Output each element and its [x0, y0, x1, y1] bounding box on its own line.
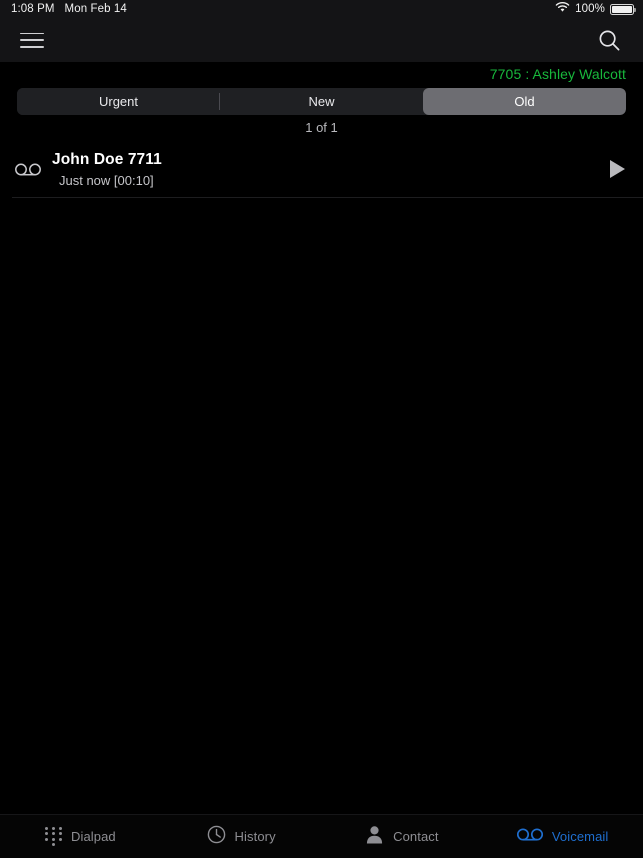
- battery-fill: [612, 5, 632, 13]
- hamburger-menu-icon[interactable]: [12, 20, 52, 60]
- pagination-counter-label: 1 of 1: [305, 120, 338, 135]
- tab-dialpad-label: Dialpad: [70, 829, 116, 844]
- segment-urgent[interactable]: Urgent: [17, 88, 220, 115]
- search-icon[interactable]: [589, 20, 629, 60]
- app-screen: 1:08 PM Mon Feb 14 100% 7705: Ashley Wa…: [0, 0, 643, 858]
- bottom-tab-bar: Dialpad History Contact Voicemail: [0, 814, 643, 858]
- nav-bar: [0, 18, 643, 62]
- tab-history-label: History: [234, 829, 276, 844]
- segment-urgent-label: Urgent: [98, 94, 139, 109]
- segment-old-label: Old: [514, 94, 535, 109]
- tab-history[interactable]: History: [161, 825, 322, 849]
- tab-voicemail-label: Voicemail: [551, 829, 609, 844]
- segmented-control[interactable]: Urgent New Old: [17, 88, 626, 115]
- status-bar: 1:08 PM Mon Feb 14 100%: [0, 0, 643, 18]
- battery-icon: [610, 3, 636, 15]
- segment-old[interactable]: Old: [423, 88, 626, 115]
- voicemail-icon: [516, 827, 543, 846]
- voicemail-icon: [10, 163, 46, 176]
- account-label: 7705 : Ashley Walcott: [489, 65, 626, 82]
- clock-icon: [207, 825, 226, 849]
- voicemail-list-item[interactable]: John Doe 7711 Just now [00:10]: [0, 140, 643, 198]
- tab-contact-label: Contact: [393, 829, 439, 844]
- play-icon[interactable]: [595, 158, 627, 180]
- battery-percent-label: 100%: [575, 3, 605, 15]
- pagination-counter: 1 of 1: [0, 115, 643, 140]
- tab-dialpad[interactable]: Dialpad: [0, 827, 161, 846]
- voicemail-list: John Doe 7711 Just now [00:10]: [0, 140, 643, 198]
- status-bar-right: 100%: [555, 2, 636, 16]
- segmented-control-wrapper: Urgent New Old: [0, 85, 643, 115]
- segment-new[interactable]: New: [220, 88, 423, 115]
- person-icon: [365, 825, 384, 849]
- status-time: 1:08 PM: [11, 3, 55, 15]
- status-bar-left: 1:08 PM Mon Feb 14: [11, 3, 127, 15]
- dialpad-icon: [44, 827, 62, 846]
- wifi-icon: [555, 2, 570, 16]
- account-row: 7705 : Ashley Walcott: [0, 62, 643, 85]
- hamburger-lines: [20, 32, 44, 48]
- voicemail-caller-name: John Doe 7711: [52, 150, 162, 168]
- voicemail-timestamp-duration: Just now [00:10]: [59, 172, 154, 188]
- voicemail-item-text: John Doe 7711 Just now [00:10]: [46, 151, 595, 188]
- segment-new-label: New: [308, 94, 335, 109]
- content-empty-area: [0, 198, 643, 814]
- status-date: Mon Feb 14: [64, 3, 127, 15]
- tab-voicemail[interactable]: Voicemail: [482, 827, 643, 846]
- tab-contact[interactable]: Contact: [322, 825, 483, 849]
